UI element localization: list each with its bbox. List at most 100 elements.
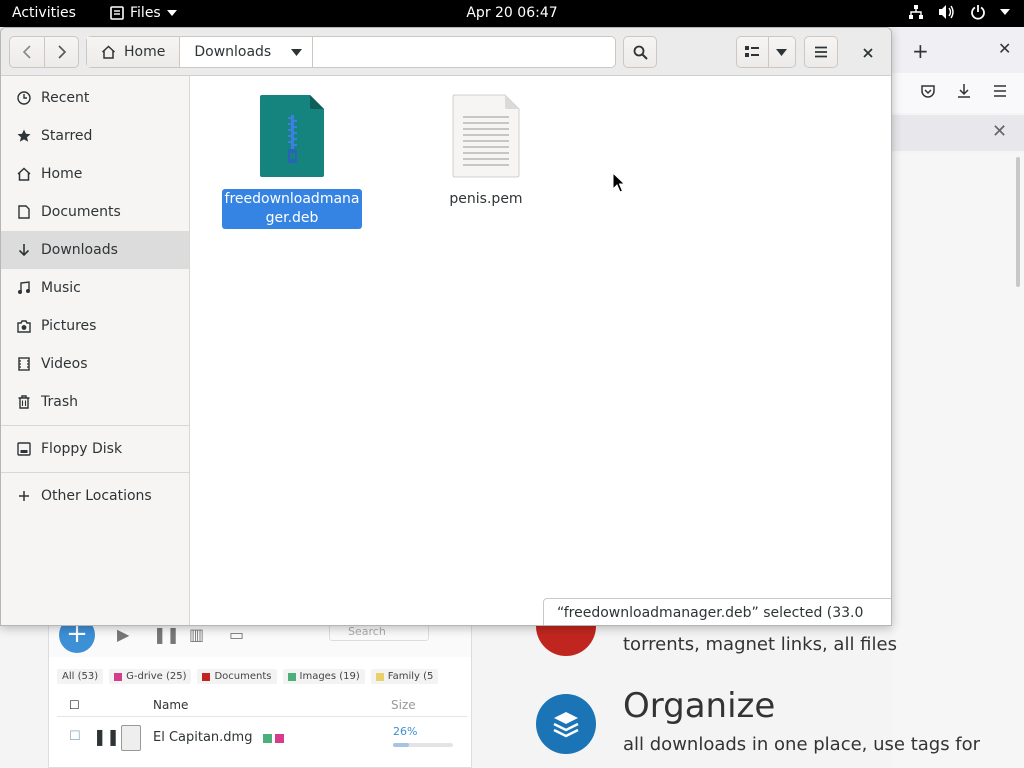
layers-icon xyxy=(553,712,579,738)
system-tray[interactable] xyxy=(908,4,1010,20)
path-segment-label: Home xyxy=(124,44,166,60)
pocket-icon[interactable] xyxy=(920,83,936,99)
checkbox-icon: ☐ xyxy=(69,698,80,712)
layers-logo xyxy=(536,694,596,754)
sidebar-divider xyxy=(1,472,189,473)
files-app-icon xyxy=(110,6,124,20)
music-icon xyxy=(17,281,31,295)
close-tab-icon[interactable]: ✕ xyxy=(998,39,1011,58)
fdm-tags: All (53) G-drive (25) Documents Images (… xyxy=(57,669,439,684)
fdm-table-header: ☐ Name Size xyxy=(57,695,467,717)
sidebar-item-home[interactable]: Home xyxy=(1,155,189,193)
back-button[interactable] xyxy=(10,37,44,67)
fdm-tag: All (53) xyxy=(57,669,104,684)
new-tab-icon[interactable]: + xyxy=(912,39,929,63)
top-bar: Activities Files Apr 20 06:47 xyxy=(0,0,1024,27)
hamburger-icon[interactable] xyxy=(992,83,1008,99)
network-icon xyxy=(909,5,923,19)
path-bar: Home Downloads xyxy=(86,36,616,68)
sidebar-item-starred[interactable]: Starred xyxy=(1,117,189,155)
mouse-cursor-icon xyxy=(612,172,626,193)
sidebar-item-label: Documents xyxy=(41,204,121,220)
browser-page xyxy=(892,153,1024,768)
fdm-tag: Documents xyxy=(197,669,277,684)
list-view-icon xyxy=(745,46,760,57)
app-name: Files xyxy=(130,5,161,21)
sidebar-item-downloads[interactable]: Downloads xyxy=(1,231,189,269)
sidebar-item-label: Floppy Disk xyxy=(41,441,123,457)
tag-dot xyxy=(263,734,272,743)
window-close-button[interactable] xyxy=(855,40,881,66)
sidebar-item-videos[interactable]: Videos xyxy=(1,345,189,383)
fdm-tag: G-drive (25) xyxy=(109,669,192,684)
fdm-col-size: Size xyxy=(391,698,416,712)
sidebar-item-documents[interactable]: Documents xyxy=(1,193,189,231)
promo-text: torrents, magnet links, all files xyxy=(623,634,897,655)
sidebar-item-pictures[interactable]: Pictures xyxy=(1,307,189,345)
file-view[interactable]: freedownloadmana ger.deb penis.pem xyxy=(191,76,891,625)
activities-button[interactable]: Activities xyxy=(12,5,76,21)
view-toggle-button[interactable] xyxy=(737,37,768,67)
fdm-tag: Images (19) xyxy=(282,669,365,684)
sidebar-item-label: Starred xyxy=(41,128,93,144)
sidebar-item-label: Music xyxy=(41,280,81,296)
path-segment-downloads[interactable]: Downloads xyxy=(180,37,314,67)
chevron-left-icon xyxy=(23,45,31,59)
sidebar-item-label: Other Locations xyxy=(41,488,152,504)
app-menu[interactable]: Files xyxy=(110,5,177,21)
home-icon xyxy=(17,167,31,181)
sidebar-item-music[interactable]: Music xyxy=(1,269,189,307)
document-icon xyxy=(17,205,31,219)
scrollbar[interactable] xyxy=(1016,157,1020,287)
chevron-right-icon xyxy=(57,45,66,59)
sidebar: Recent Starred Home Documents Downloads … xyxy=(1,76,190,625)
clock-icon xyxy=(17,91,31,105)
file-item-penis-pem[interactable]: penis.pem xyxy=(414,93,558,210)
files-window: Home Downloads Recent Starred Home Docum… xyxy=(0,27,892,626)
browser-toolbar xyxy=(892,73,1024,113)
drive-icon xyxy=(17,442,31,456)
sidebar-item-floppy-disk[interactable]: Floppy Disk xyxy=(1,430,189,468)
selection-status: “freedownloadmanager.deb” selected (33.0… xyxy=(543,598,891,625)
main-menu-button[interactable] xyxy=(804,36,838,68)
fdm-tag: Family (5 xyxy=(370,669,439,684)
camera-icon xyxy=(17,319,31,333)
sidebar-item-trash[interactable]: Trash xyxy=(1,383,189,421)
fdm-progress-text: 26% xyxy=(393,725,418,738)
promo-title: Organize xyxy=(623,686,776,726)
search-button[interactable] xyxy=(623,36,657,68)
text-file-icon xyxy=(452,94,520,178)
trash-icon xyxy=(17,395,31,409)
chevron-down-icon xyxy=(776,48,788,56)
file-item-freedownloadmanager-deb[interactable]: freedownloadmana ger.deb xyxy=(220,93,364,229)
download-icon xyxy=(17,243,31,257)
sidebar-item-other-locations[interactable]: Other Locations xyxy=(1,477,189,515)
sidebar-item-label: Downloads xyxy=(41,242,118,258)
dmg-file-icon xyxy=(121,725,141,751)
hamburger-icon xyxy=(815,46,827,58)
chevron-down-icon xyxy=(166,10,177,16)
sidebar-item-label: Recent xyxy=(41,90,90,106)
volume-icon xyxy=(939,5,954,19)
view-buttons xyxy=(736,36,796,68)
file-name-label: penis.pem xyxy=(449,191,523,207)
fdm-col-name: Name xyxy=(153,698,189,712)
forward-button[interactable] xyxy=(44,37,78,67)
move-icon: ▭ xyxy=(229,625,245,644)
notification-bar: ✕ xyxy=(892,115,1024,151)
path-segment-home[interactable]: Home xyxy=(87,37,181,67)
chevron-down-icon xyxy=(291,48,303,56)
sidebar-item-label: Pictures xyxy=(41,318,97,334)
video-icon xyxy=(17,357,31,371)
sidebar-item-recent[interactable]: Recent xyxy=(1,79,189,117)
fdm-download-name: El Capitan.dmg xyxy=(153,730,253,745)
promo-text: all downloads in one place, use tags for xyxy=(623,734,981,755)
pause-icon: ❚❚ xyxy=(153,625,180,644)
path-segment-label: Downloads xyxy=(194,44,272,60)
close-icon[interactable]: ✕ xyxy=(992,121,1007,142)
download-icon[interactable] xyxy=(956,83,972,99)
sidebar-item-label: Videos xyxy=(41,356,88,372)
chevron-down-icon xyxy=(1000,9,1010,15)
fdm-download-row: ☐ ❚❚ El Capitan.dmg 26% xyxy=(57,721,467,757)
view-options-button[interactable] xyxy=(767,37,795,67)
